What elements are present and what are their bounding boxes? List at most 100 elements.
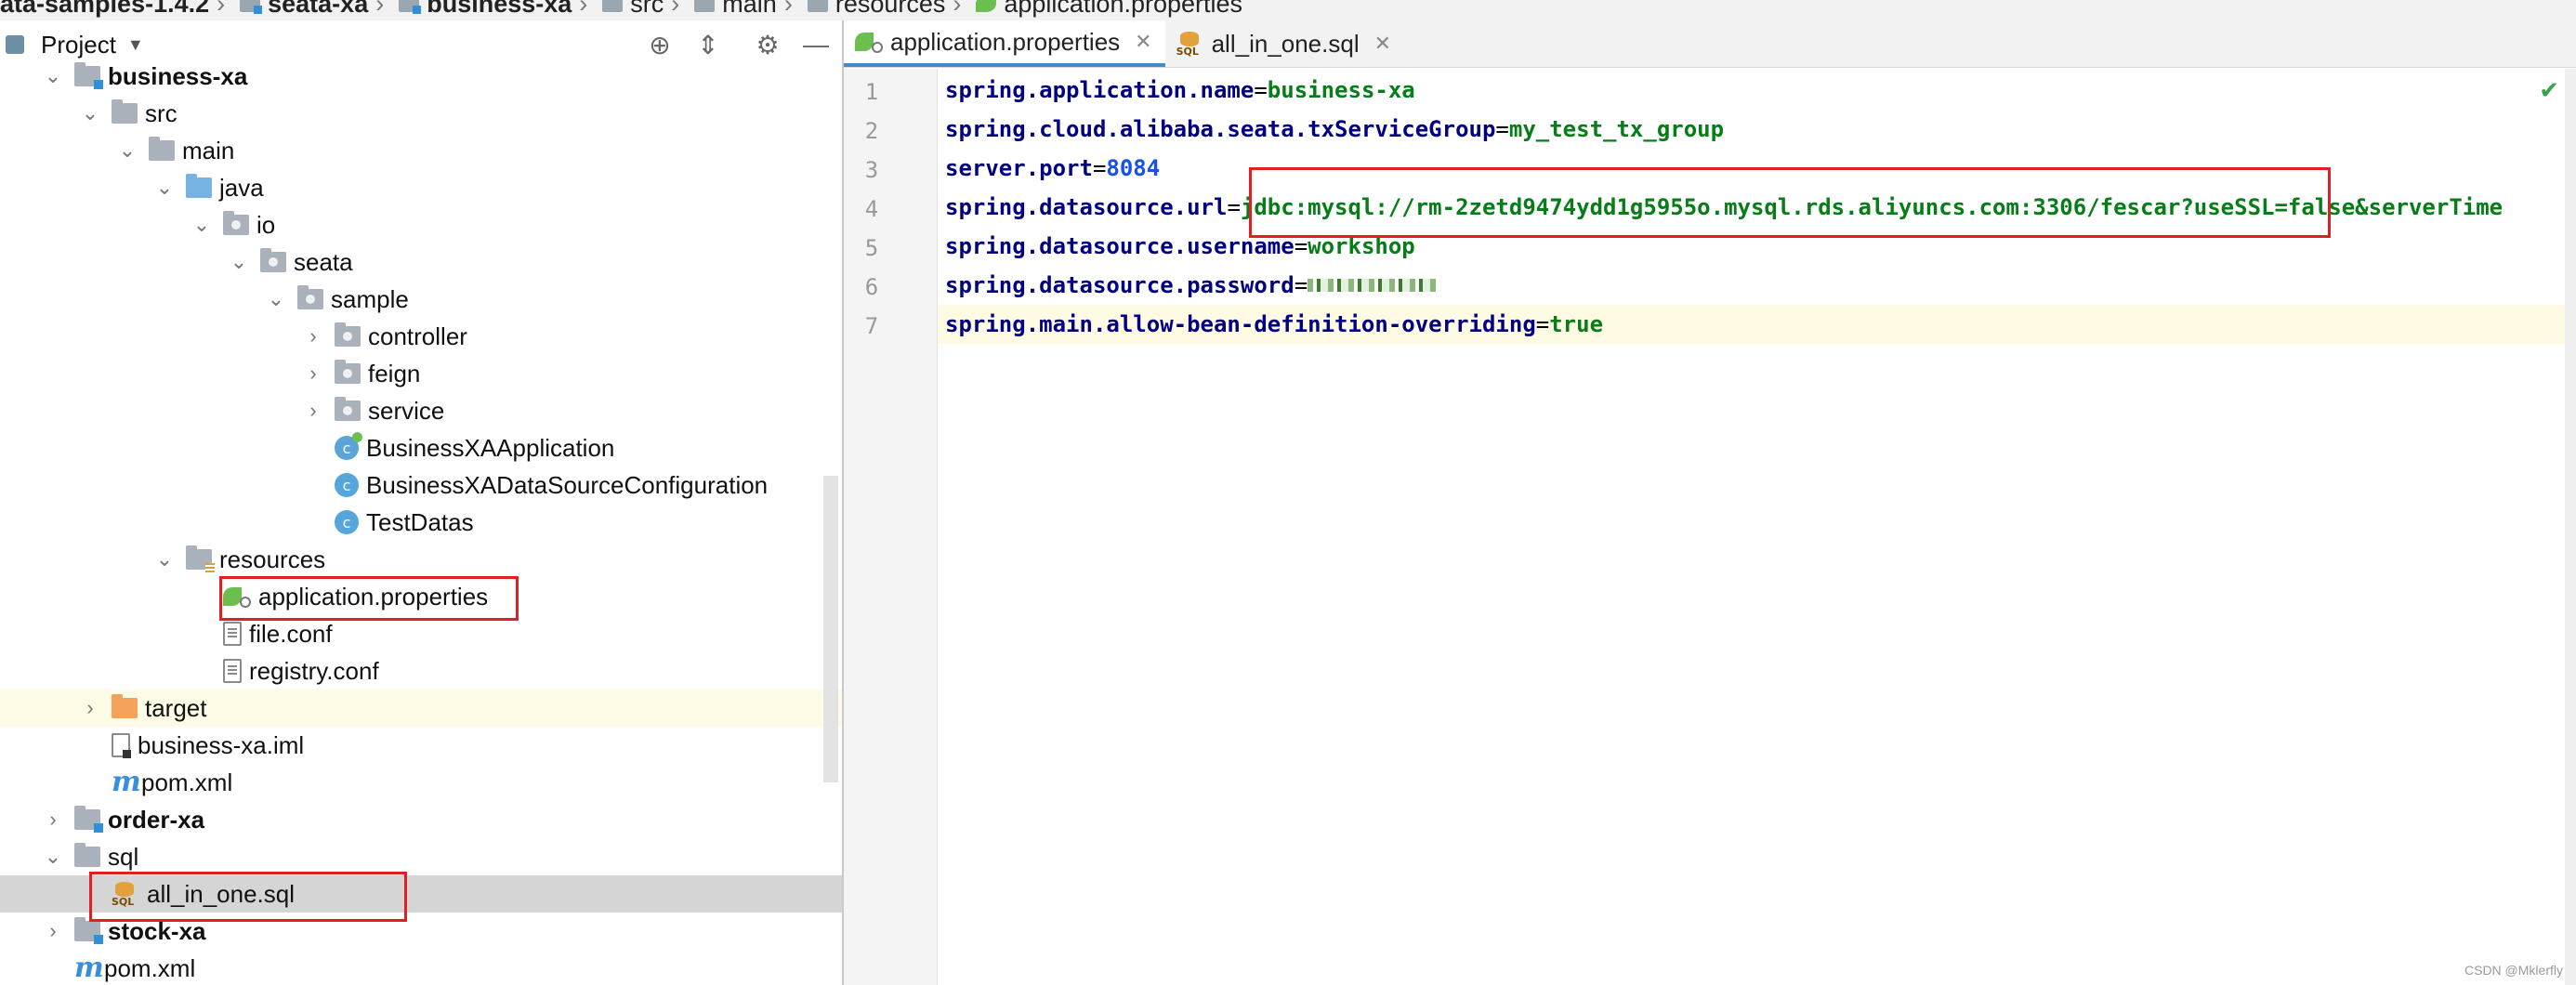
close-icon[interactable]: ✕ — [1135, 30, 1151, 54]
tree-item-testdatas[interactable]: c TestDatas — [0, 504, 842, 541]
chevron-down-icon[interactable]: ⌄ — [229, 250, 249, 274]
chevron-down-icon[interactable]: ⌄ — [80, 101, 100, 125]
redacted-password — [1308, 279, 1439, 292]
tree-item-order-xa[interactable]: › order-xa — [0, 801, 842, 838]
code-line[interactable]: spring.cloud.alibaba.seata.txServiceGrou… — [938, 110, 2576, 149]
property-key: spring.application.name — [945, 77, 1255, 103]
tree-item-feign[interactable]: › feign — [0, 355, 842, 392]
chevron-down-icon[interactable]: ⌄ — [117, 138, 138, 163]
collapse-all-icon[interactable]: ⇕ — [691, 28, 725, 61]
line-number: 2 — [864, 118, 879, 144]
tree-item-label: service — [368, 396, 445, 425]
module-folder-icon — [74, 806, 103, 833]
chevron-down-icon[interactable]: ⌄ — [43, 64, 63, 88]
line-number: 3 — [864, 157, 879, 183]
editor-tab-bar: application.properties ✕ all_in_one.sql … — [844, 20, 2576, 68]
property-key: spring.datasource.username — [945, 233, 1295, 259]
tree-item-registry-conf[interactable]: registry.conf — [0, 652, 842, 690]
source-folder-icon — [186, 174, 212, 198]
code-editor: application.properties ✕ all_in_one.sql … — [844, 20, 2576, 985]
equals-sign: = — [1254, 77, 1268, 103]
highlight-box-jdbc-url — [1249, 167, 2331, 238]
chevron-down-icon[interactable]: ⌄ — [191, 213, 212, 237]
chevron-down-icon[interactable]: ▼ — [127, 35, 144, 55]
tree-item-seata[interactable]: ⌄ seata — [0, 243, 842, 281]
text-file-icon — [223, 659, 242, 683]
properties-file-icon — [855, 31, 883, 53]
tree-item-src[interactable]: ⌄ src — [0, 95, 842, 132]
tree-item-java[interactable]: ⌄ java — [0, 169, 842, 206]
close-icon[interactable]: ✕ — [1374, 32, 1391, 56]
tree-item-label: resources — [219, 545, 326, 573]
tab-application-properties[interactable]: application.properties ✕ — [844, 20, 1165, 67]
chevron-right-icon[interactable]: › — [43, 808, 63, 832]
property-key: spring.datasource.password — [945, 272, 1295, 298]
chevron-down-icon[interactable]: ⌄ — [154, 176, 175, 200]
breadcrumb-item-src[interactable]: src › — [597, 0, 689, 19]
tree-item-service[interactable]: › service — [0, 392, 842, 429]
properties-file-icon — [976, 0, 997, 12]
chevron-down-icon[interactable]: ⌄ — [43, 845, 63, 869]
line-number: 7 — [864, 313, 879, 339]
line-number: 5 — [864, 235, 879, 261]
line-number-gutter: 1 2 3 4 5 6 7 — [844, 69, 938, 985]
code-line-current[interactable]: spring.main.allow-bean-definition-overri… — [938, 305, 2576, 344]
tree-item-label: pom.xml — [104, 953, 196, 982]
tree-item-label: io — [256, 210, 276, 239]
chevron-down-icon[interactable]: ⌄ — [154, 547, 175, 571]
highlight-box-application-properties — [219, 576, 519, 621]
tree-item-resources[interactable]: ⌄ resources — [0, 541, 842, 578]
sql-file-icon — [1176, 32, 1204, 58]
tree-scrollbar[interactable] — [823, 476, 838, 782]
chevron-right-icon: › — [375, 0, 385, 18]
tree-item-businessxadatasourceconfiguration[interactable]: c BusinessXADataSourceConfiguration — [0, 466, 842, 504]
chevron-right-icon: › — [217, 0, 226, 18]
tree-item-business-xa[interactable]: ⌄ business-xa — [0, 58, 842, 95]
breadcrumb-item-business-xa[interactable]: business-xa › — [393, 0, 597, 19]
tree-item-sql[interactable]: ⌄ sql — [0, 838, 842, 875]
breadcrumb-item-main[interactable]: main › — [689, 0, 802, 19]
module-folder-icon — [74, 917, 103, 944]
tree-item-pom-xml[interactable]: m pom.xml — [0, 764, 842, 801]
module-folder-icon — [74, 62, 103, 89]
gear-icon[interactable]: ⚙ — [751, 28, 784, 61]
breadcrumb-item-project[interactable]: ata-samples-1.4.2 › — [0, 0, 234, 19]
breadcrumb-item-application-properties[interactable]: application.properties — [970, 0, 1242, 19]
code-line[interactable]: spring.application.name = business-xa — [938, 71, 2576, 110]
module-folder-icon — [240, 0, 263, 14]
breadcrumb-item-resources[interactable]: resources › — [802, 0, 971, 19]
chevron-right-icon[interactable]: › — [43, 919, 63, 943]
chevron-right-icon[interactable]: › — [303, 324, 323, 348]
chevron-down-icon[interactable]: ⌄ — [266, 287, 286, 311]
breadcrumb-label: application.properties — [1004, 0, 1243, 18]
tree-item-root-pom-xml[interactable]: m pom.xml — [0, 950, 842, 985]
tab-all-in-one-sql[interactable]: all_in_one.sql ✕ — [1165, 20, 1404, 67]
tree-item-main[interactable]: ⌄ main — [0, 132, 842, 169]
project-view-selector[interactable]: Project — [41, 31, 116, 59]
tree-item-sample[interactable]: ⌄ sample — [0, 281, 842, 318]
locate-file-icon[interactable]: ⊕ — [643, 28, 677, 61]
tree-item-business-xa-iml[interactable]: business-xa.iml — [0, 727, 842, 764]
code-line[interactable]: spring.datasource.password = — [938, 266, 2576, 305]
tree-item-target[interactable]: › target — [0, 690, 842, 727]
tab-label: application.properties — [890, 27, 1121, 56]
chevron-right-icon[interactable]: › — [303, 361, 323, 386]
project-tool-window: Project ▼ ⊕ ⇕ ⚙ — ⌄ business-xa ⌄ src ⌄ … — [0, 20, 844, 985]
tree-item-label: order-xa — [108, 805, 205, 834]
chevron-right-icon[interactable]: › — [80, 696, 100, 720]
iml-file-icon — [112, 733, 131, 758]
tree-item-controller[interactable]: › controller — [0, 318, 842, 355]
tree-item-io[interactable]: ⌄ io — [0, 206, 842, 243]
highlight-box-all-in-one-sql — [89, 872, 407, 922]
tree-item-businessxaapplication[interactable]: c BusinessXAApplication — [0, 429, 842, 466]
tree-item-file-conf[interactable]: file.conf — [0, 615, 842, 652]
equals-sign: = — [1294, 272, 1308, 298]
breadcrumb-label: main — [722, 0, 777, 18]
chevron-right-icon[interactable]: › — [303, 399, 323, 423]
equals-sign: = — [1227, 194, 1241, 220]
folder-icon — [149, 137, 175, 161]
tab-label: all_in_one.sql — [1211, 29, 1360, 58]
breadcrumb-item-seata-xa[interactable]: seata-xa › — [234, 0, 393, 19]
hide-panel-icon[interactable]: — — [799, 28, 833, 61]
line-number: 1 — [864, 79, 879, 105]
